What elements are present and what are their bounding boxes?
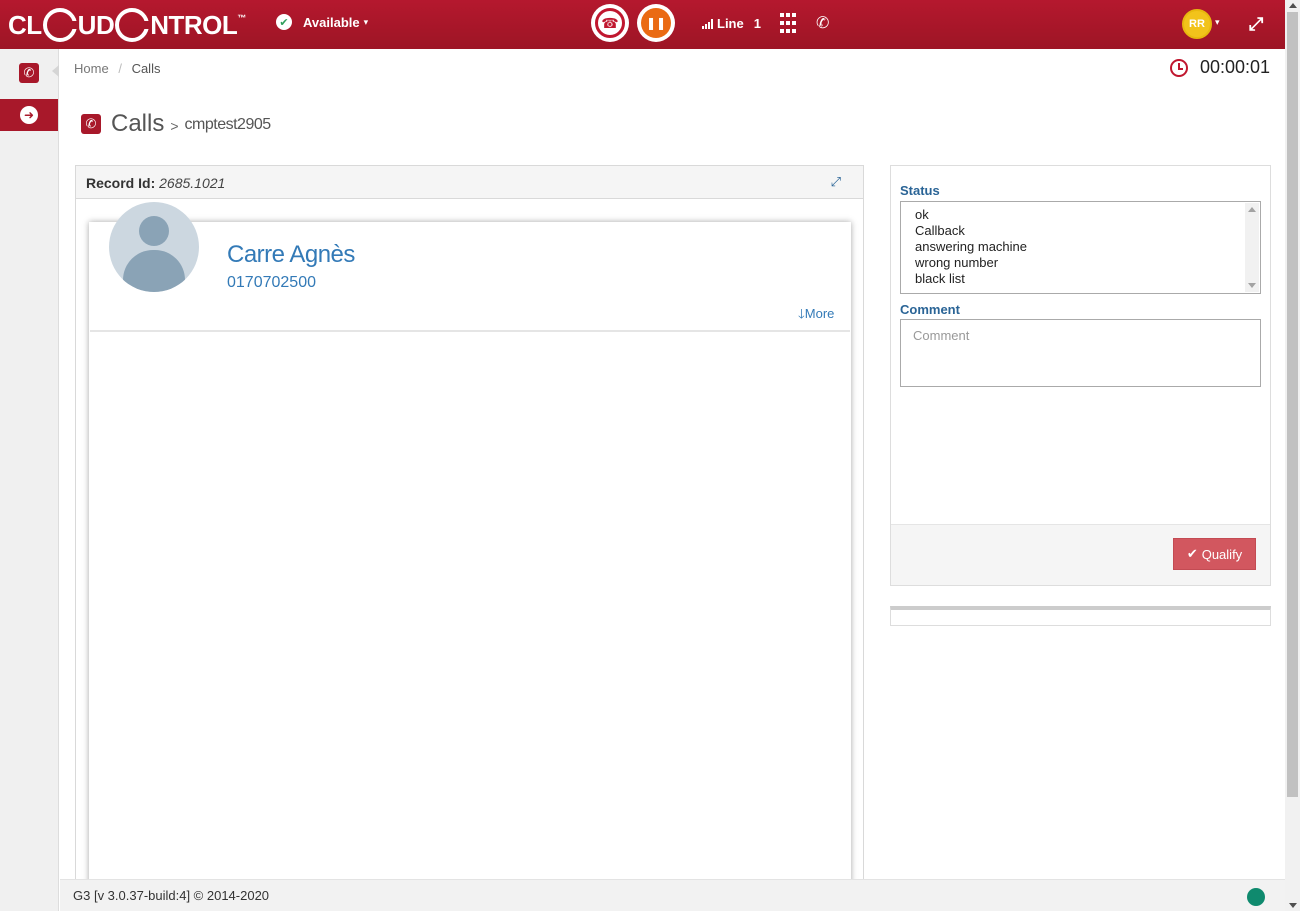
- check-circle-icon: ✔: [276, 14, 292, 30]
- arrow-right-icon: ➜: [20, 106, 38, 124]
- breadcrumb-current: Calls: [131, 61, 161, 76]
- line-indicator[interactable]: Line 1: [702, 16, 761, 31]
- more-link[interactable]: 🡓More: [798, 305, 834, 327]
- page-title-separator: >: [170, 118, 179, 134]
- status-scrollbar[interactable]: [1245, 203, 1259, 292]
- status-option[interactable]: Callback: [915, 223, 1260, 239]
- page-title-text: Calls: [111, 110, 165, 137]
- logo-trademark: ™: [237, 13, 246, 23]
- status-listbox[interactable]: ok Callback answering machine wrong numb…: [900, 201, 1261, 294]
- scroll-down-icon[interactable]: [1289, 903, 1297, 908]
- contact-name: Carre Agnès: [227, 241, 355, 268]
- chevron-down-icon[interactable]: ▾: [1215, 17, 1220, 28]
- user-avatar[interactable]: RR: [1182, 9, 1212, 39]
- version-text: G3 [v 3.0.37-build:4] © 2014-2020: [73, 888, 270, 903]
- record-id-label: Record Id:: [86, 175, 156, 191]
- secondary-panel: [890, 606, 1271, 626]
- availability-dropdown[interactable]: ✔ Available ▾: [276, 14, 368, 30]
- card-divider: [90, 330, 850, 332]
- status-option[interactable]: answering machine: [915, 239, 1260, 255]
- phone-icon: ✆: [19, 63, 39, 83]
- breadcrumb-home-link[interactable]: Home: [74, 61, 109, 76]
- expand-icon[interactable]: ⤢: [1249, 14, 1263, 35]
- breadcrumb: Home / Calls: [74, 61, 160, 76]
- page-title: ✆ Calls > cmptest2905: [81, 110, 271, 138]
- pause-icon: ❚❚: [641, 8, 671, 38]
- comment-label: Comment: [900, 302, 960, 317]
- scrollbar-thumb[interactable]: [1287, 12, 1298, 797]
- status-option[interactable]: ok: [915, 207, 1260, 223]
- arrow-down-icon: 🡓: [798, 306, 805, 321]
- sidebar-item-calls[interactable]: ✆: [0, 49, 58, 97]
- check-icon: ✔: [1186, 546, 1198, 561]
- breadcrumb-separator: /: [118, 61, 122, 76]
- sidebar-toggle-button[interactable]: ➜: [0, 99, 58, 131]
- record-id-value: 2685.1021: [159, 175, 226, 191]
- logo-ring-2: [115, 8, 152, 42]
- logo-text-part3: NTROL: [150, 9, 238, 40]
- availability-label: Available: [303, 14, 360, 30]
- scroll-up-icon[interactable]: [1289, 3, 1297, 8]
- status-option[interactable]: black list: [915, 271, 1260, 287]
- contact-avatar: [109, 202, 199, 292]
- expand-arrows-icon[interactable]: ⤢: [831, 174, 841, 190]
- phone-icon: ✆: [81, 114, 101, 134]
- line-number: 1: [753, 16, 761, 31]
- call-timer: 00:00:01: [1170, 57, 1270, 78]
- cloudcontrol-logo: CL UD NTROL ™: [8, 6, 246, 44]
- more-label: More: [804, 306, 835, 321]
- connection-status-indicator: [1247, 888, 1265, 906]
- logo-text-part2: UD: [77, 9, 115, 40]
- qualify-label: Qualify: [1201, 546, 1243, 562]
- status-option[interactable]: wrong number: [915, 255, 1260, 271]
- user-initials: RR: [1189, 18, 1205, 30]
- page-scrollbar[interactable]: [1285, 0, 1300, 911]
- top-bar: CL UD NTROL ™ ✔ Available ▾ ☎ ❚❚ Line 1 …: [0, 0, 1285, 49]
- status-label: Status: [900, 183, 940, 198]
- logo-text-part1: CL: [8, 9, 42, 40]
- sidebar: ✆ ➜: [0, 49, 59, 911]
- hangup-button[interactable]: ☎: [591, 4, 629, 42]
- record-header: Record Id: 2685.1021 ⤢: [75, 165, 864, 199]
- footer: G3 [v 3.0.37-build:4] © 2014-2020: [60, 879, 1285, 911]
- comment-field[interactable]: [900, 319, 1261, 387]
- pause-button[interactable]: ❚❚: [637, 4, 675, 42]
- chevron-down-icon: ▾: [363, 16, 369, 27]
- sidebar-active-caret: [52, 65, 59, 77]
- campaign-name: cmptest2905: [184, 116, 272, 133]
- qualify-button[interactable]: ✔ Qualify: [1173, 538, 1256, 570]
- signal-icon: [702, 18, 713, 29]
- hangup-icon: ☎: [595, 8, 625, 38]
- logo-ring: [42, 8, 79, 42]
- line-label: Line: [717, 16, 744, 31]
- keypad-icon[interactable]: [780, 13, 798, 35]
- clock-icon: [1170, 58, 1188, 77]
- contact-card: [89, 222, 851, 892]
- call-timer-value: 00:00:01: [1200, 57, 1271, 77]
- contact-phone-link[interactable]: 0170702500: [227, 274, 316, 292]
- phone-transfer-icon[interactable]: ✆: [816, 13, 829, 33]
